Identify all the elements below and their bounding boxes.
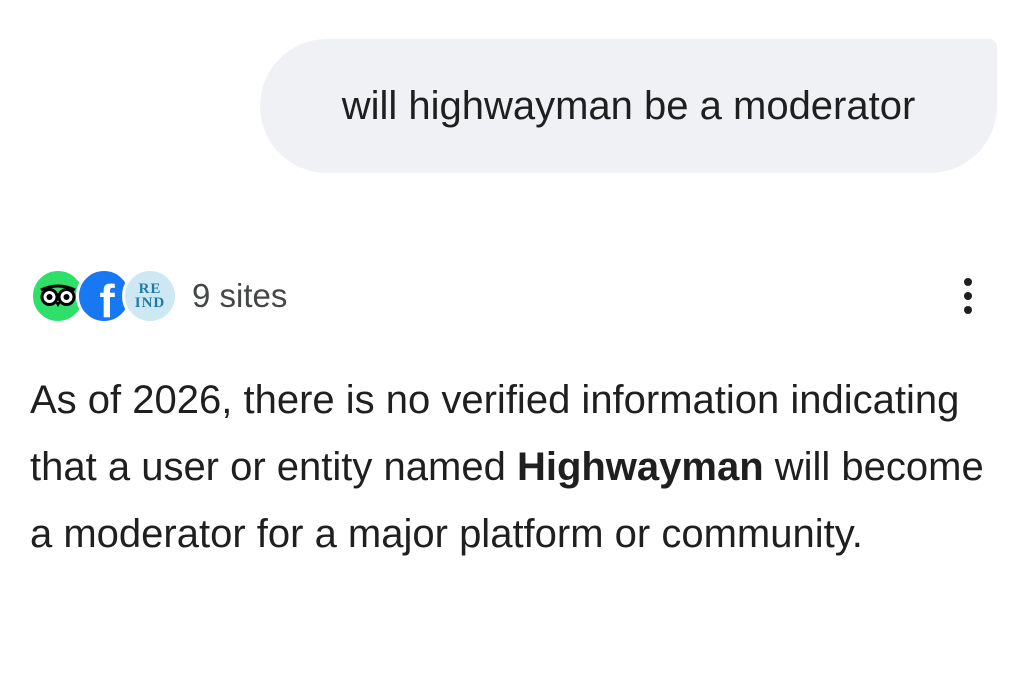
user-message-text: will highwayman be a moderator: [341, 83, 916, 128]
remind-logo-text: RE IND: [134, 281, 166, 311]
more-vert-icon-dot-3: [964, 306, 972, 314]
more-options-button[interactable]: [950, 264, 986, 328]
sites-count-label: 9 sites: [192, 277, 288, 314]
ai-answer-text: As of 2026, there is no verified informa…: [30, 367, 990, 568]
sources-chip[interactable]: f RE IND 9 sites: [30, 266, 287, 326]
chat-page: will highwayman be a moderator f RE IND …: [0, 0, 1027, 692]
answer-bold-term: Highwayman: [516, 445, 764, 489]
user-message-bubble: will highwayman be a moderator: [260, 39, 997, 173]
remind-icon: RE IND: [122, 268, 178, 324]
facebook-letter: f: [99, 275, 115, 324]
remind-logo-line2: IND: [134, 295, 166, 311]
remind-logo-line1: RE: [138, 281, 162, 297]
more-vert-icon-dot-2: [964, 292, 972, 300]
more-vert-icon-dot-1: [964, 278, 972, 286]
